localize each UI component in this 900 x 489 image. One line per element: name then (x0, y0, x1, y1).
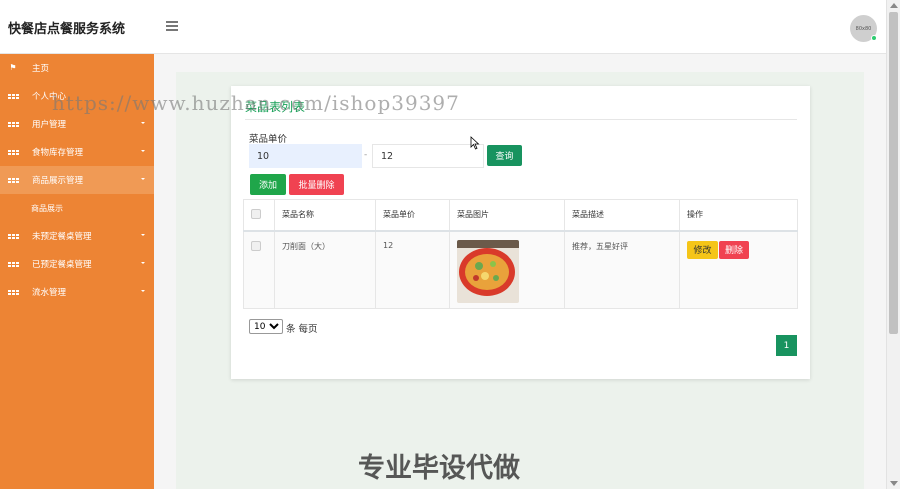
page-size-select[interactable]: 10 (249, 319, 283, 334)
table-header-row: 菜品名称 菜品单价 菜品图片 菜品描述 操作 (243, 199, 798, 231)
sidebar-item-reserved-tables[interactable]: 已预定餐桌管理 (0, 250, 154, 278)
vertical-scrollbar[interactable] (886, 0, 900, 489)
sidebar-subitem-product-display[interactable]: 商品展示 (0, 194, 154, 222)
sidebar-item-unreserved-tables[interactable]: 未预定餐桌管理 (0, 222, 154, 250)
sidebar-item-label: 食物库存管理 (32, 148, 84, 158)
chevron-down-icon (141, 234, 145, 236)
sidebar-item-label: 个人中心 (32, 92, 67, 102)
query-button[interactable]: 查询 (487, 145, 522, 166)
sidebar-item-home[interactable]: ⚑ 主页 (0, 54, 154, 82)
sidebar: ⚑ 主页 个人中心 用户管理 食物库存管理 商品展示管理 商品展示 未预定餐桌管… (0, 54, 154, 489)
chevron-down-icon (141, 290, 145, 292)
sidebar-item-product-display-management[interactable]: 商品展示管理 (0, 166, 154, 194)
table-row: 刀削面（大） 12 推荐，五星好评 修改 删除 (243, 230, 798, 309)
sidebar-item-label: 未预定餐桌管理 (32, 232, 92, 242)
row-select-cell (243, 230, 275, 309)
dish-description: 推荐，五星好评 (564, 230, 680, 309)
online-status-dot (871, 35, 877, 41)
sidebar-item-user-management[interactable]: 用户管理 (0, 110, 154, 138)
operations-group: 修改 删除 (687, 240, 797, 259)
price-min-input[interactable] (249, 144, 362, 168)
page-size-suffix: 条 每页 (286, 324, 318, 335)
scroll-up-arrow-icon[interactable] (890, 3, 898, 8)
operations-cell: 修改 删除 (679, 230, 798, 309)
grid-icon (8, 233, 19, 239)
column-header: 操作 (679, 199, 798, 231)
chevron-down-icon (141, 178, 145, 180)
select-all-cell (243, 199, 275, 231)
price-max-input[interactable] (372, 144, 484, 168)
edit-button[interactable]: 修改 (687, 240, 718, 259)
dish-photo (457, 239, 519, 303)
chevron-down-icon (141, 262, 145, 264)
sidebar-item-label: 主页 (32, 64, 50, 74)
sidebar-item-food-inventory[interactable]: 食物库存管理 (0, 138, 154, 166)
mouse-cursor-icon (470, 136, 480, 150)
column-header: 菜品描述 (564, 199, 680, 231)
grid-icon (8, 149, 19, 155)
dish-image-cell (449, 230, 565, 309)
column-header: 菜品名称 (274, 199, 376, 231)
scrollbar-thumb[interactable] (889, 12, 898, 334)
top-bar: 快餐店点餐服务系统 80x80 (0, 0, 886, 54)
sidebar-item-cash-flow[interactable]: 流水管理 (0, 278, 154, 306)
sidebar-item-personal-center[interactable]: 个人中心 (0, 82, 154, 110)
grid-icon (8, 289, 19, 295)
hamburger-menu-icon[interactable] (166, 21, 178, 31)
select-all-checkbox[interactable] (251, 208, 261, 219)
flag-icon: ⚑ (9, 63, 17, 72)
grid-icon (8, 93, 19, 99)
app-title: 快餐店点餐服务系统 (8, 22, 126, 37)
divider (245, 119, 797, 120)
chevron-down-icon (141, 150, 145, 152)
dish-list-card: 菜品表列表 菜品单价 - 查询 添加 批量删除 菜品名称 菜品单价 菜品图片 菜… (231, 86, 810, 379)
sidebar-item-label: 已预定餐桌管理 (32, 260, 92, 270)
grid-icon (8, 121, 19, 127)
grid-icon (8, 177, 19, 183)
column-header: 菜品图片 (449, 199, 565, 231)
grid-icon (8, 261, 19, 267)
page-number-button[interactable]: 1 (776, 335, 797, 356)
scroll-down-arrow-icon[interactable] (890, 481, 898, 486)
sidebar-item-label: 用户管理 (32, 120, 67, 130)
range-separator: - (364, 150, 368, 160)
dish-name: 刀削面（大） (274, 230, 376, 309)
delete-button[interactable]: 删除 (719, 240, 749, 259)
chevron-down-icon (141, 122, 145, 124)
column-header: 菜品单价 (375, 199, 450, 231)
batch-delete-button[interactable]: 批量删除 (289, 174, 344, 195)
row-checkbox[interactable] (251, 240, 261, 251)
price-filter-label: 菜品单价 (249, 134, 288, 145)
sidebar-item-label: 流水管理 (32, 288, 67, 298)
dish-price: 12 (375, 230, 450, 309)
add-button[interactable]: 添加 (250, 174, 286, 195)
page-title: 菜品表列表 (245, 100, 306, 114)
sidebar-item-label: 商品展示 (31, 203, 63, 213)
sidebar-item-label: 商品展示管理 (32, 176, 84, 186)
dish-table: 菜品名称 菜品单价 菜品图片 菜品描述 操作 刀削面（大） 12 推荐，五星好评… (243, 199, 798, 309)
